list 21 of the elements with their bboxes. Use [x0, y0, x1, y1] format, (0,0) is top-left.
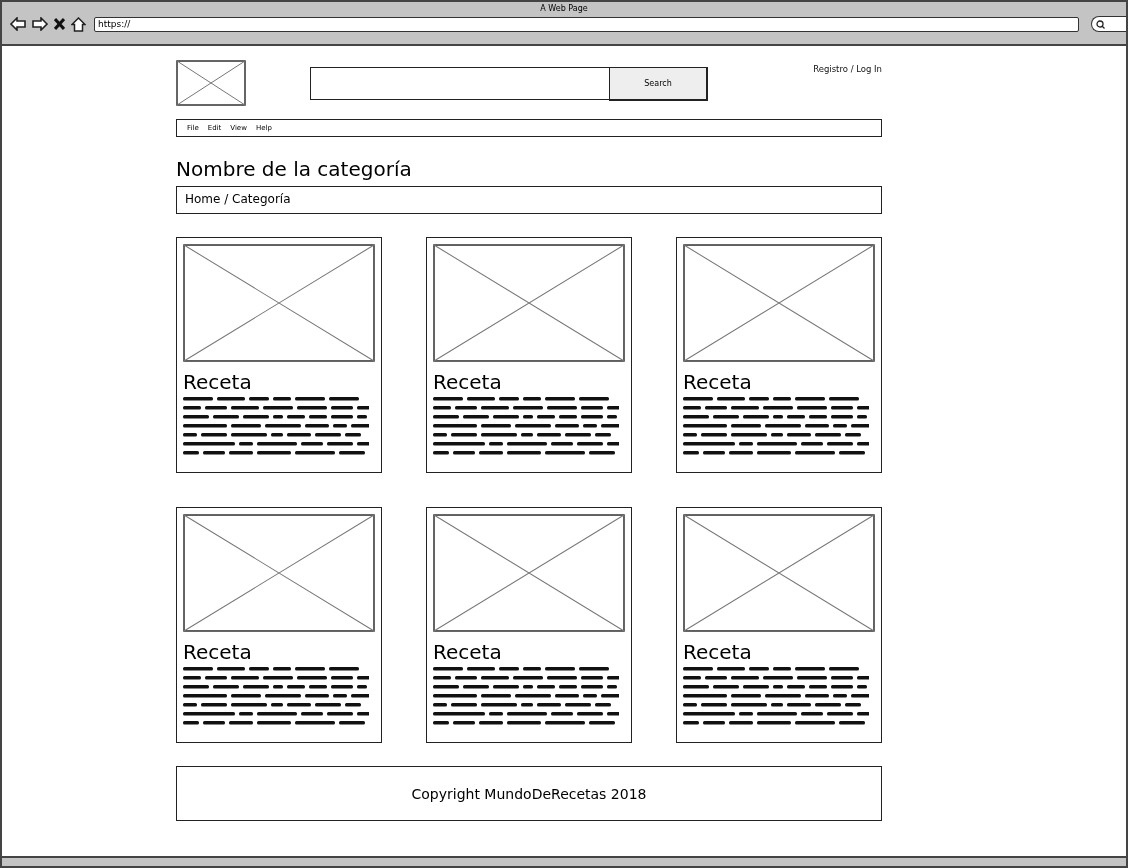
search-field[interactable] [1091, 16, 1126, 32]
search-button[interactable]: Search [609, 67, 708, 101]
login-link[interactable]: Registro / Log In [813, 64, 882, 74]
card-title: Receta [683, 641, 753, 663]
card-title: Receta [433, 371, 503, 393]
card-title: Receta [183, 641, 253, 663]
window-title: A Web Page [539, 3, 589, 14]
close-icon[interactable] [54, 18, 65, 30]
home-icon[interactable] [71, 16, 86, 32]
forward-icon[interactable] [32, 17, 48, 31]
address-field[interactable]: https:// [94, 16, 1079, 32]
card-title: Receta [683, 371, 753, 393]
card-title: Receta [183, 371, 253, 393]
search-icon [1096, 19, 1105, 29]
copyright-text: Copyright MundoDeRecetas 2018 [411, 785, 647, 802]
back-icon[interactable] [10, 17, 26, 31]
breadcrumb: Home / Categoría [176, 186, 882, 214]
page-heading: Nombre de la categoría [176, 157, 413, 181]
card-title: Receta [433, 641, 503, 663]
logo-placeholder [176, 60, 246, 106]
search-field[interactable] [310, 67, 610, 100]
